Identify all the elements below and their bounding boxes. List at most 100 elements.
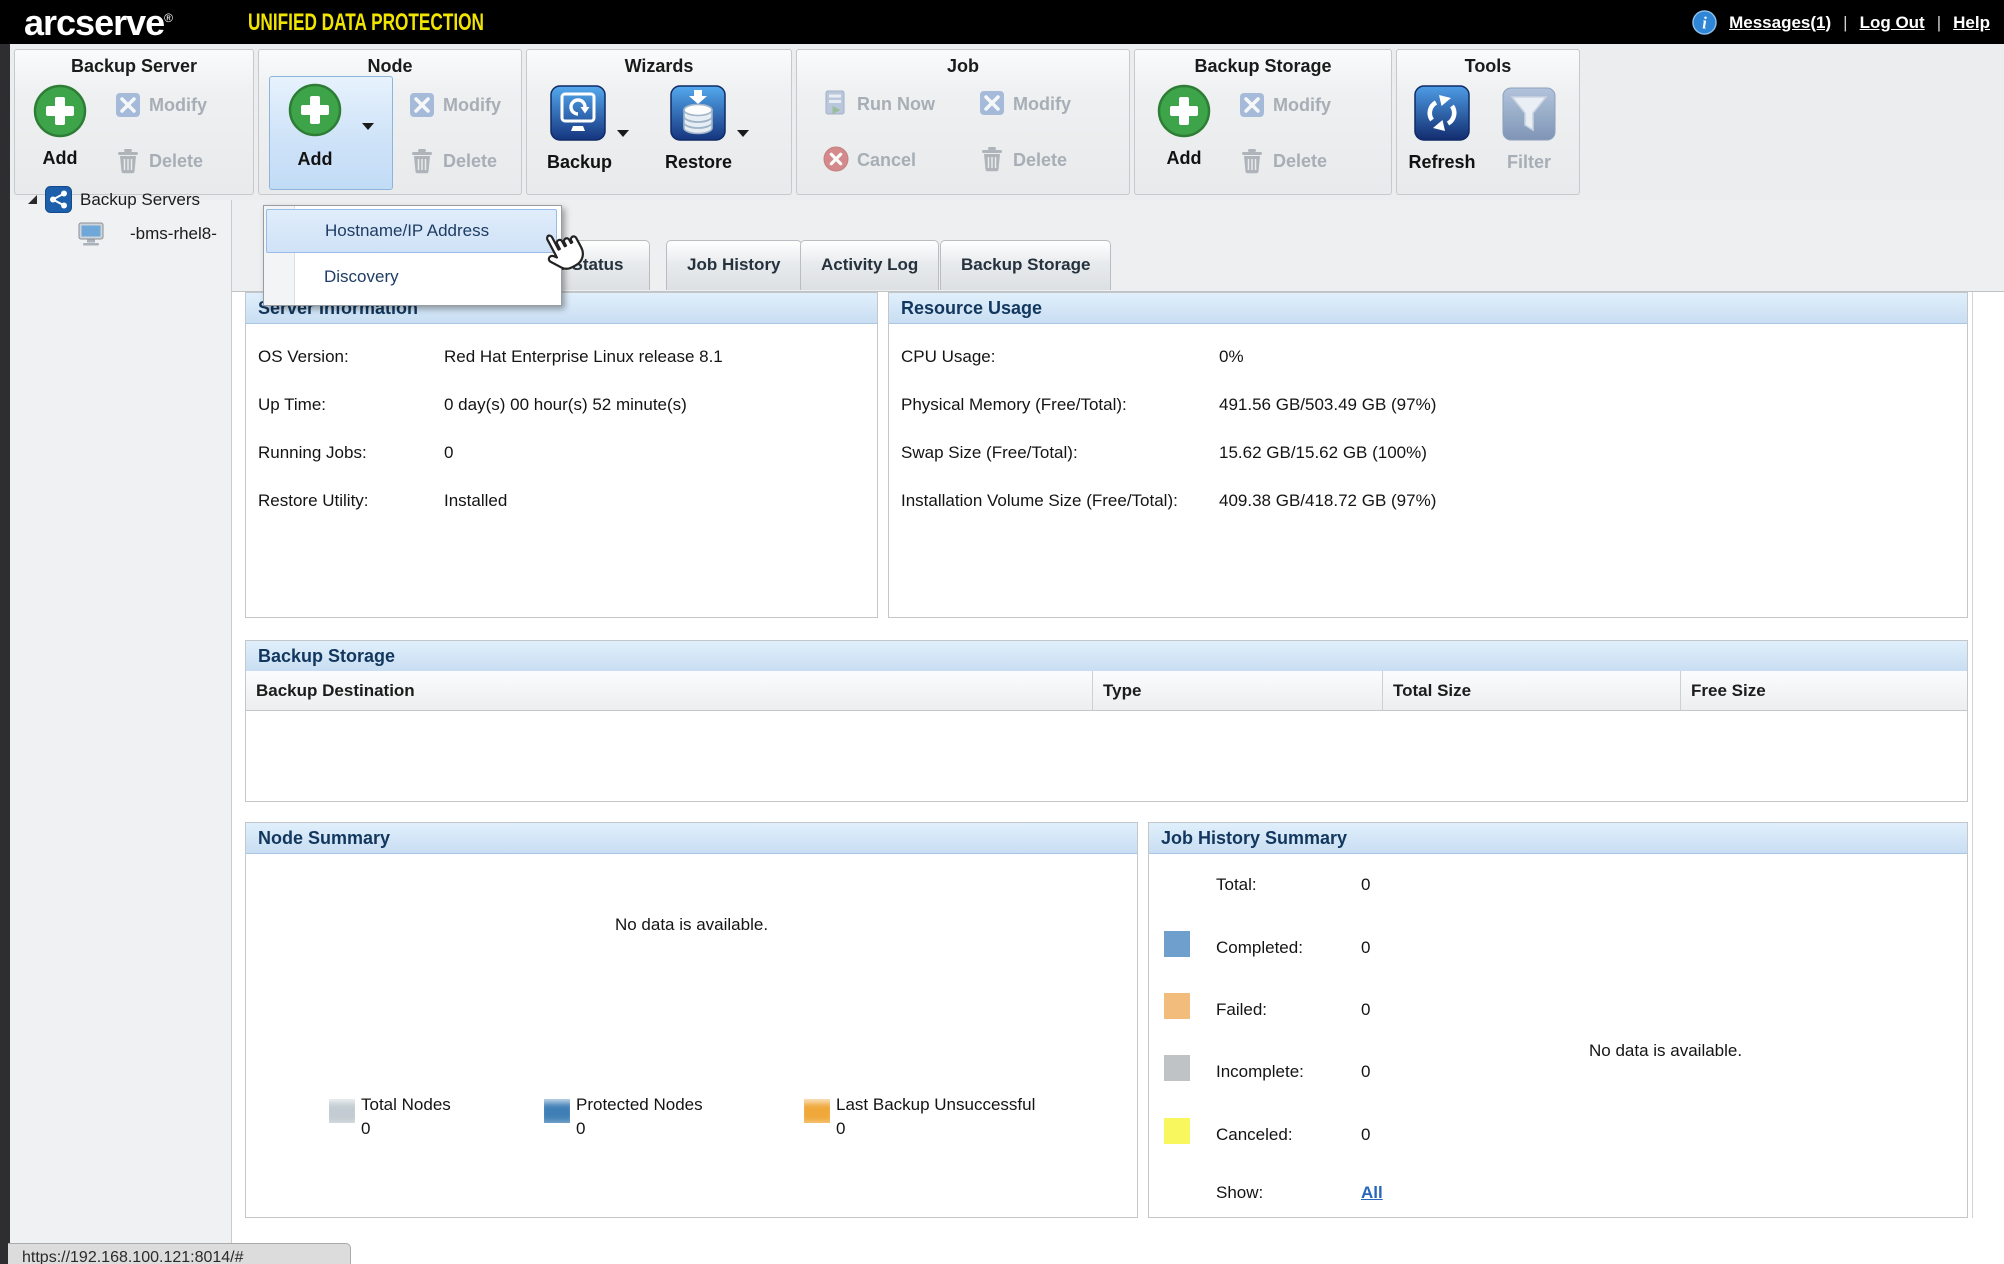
tab-job-history[interactable]: Job History	[666, 240, 802, 290]
filter-icon	[1501, 86, 1557, 142]
help-link[interactable]: Help	[1953, 13, 1990, 33]
top-links: i Messages(1) | Log Out | Help	[1692, 10, 1990, 35]
resource-label: Installation Volume Size (Free/Total):	[901, 491, 1178, 511]
run-now-icon	[823, 90, 847, 117]
legend-label: Total Nodes	[361, 1095, 451, 1115]
show-label: Show:	[1216, 1183, 1263, 1203]
group-title: Tools	[1397, 56, 1579, 77]
legend-label: Last Backup Unsuccessful	[836, 1095, 1035, 1115]
menu-item-discovery[interactable]: Discovery	[266, 255, 557, 299]
jh-label: Canceled:	[1216, 1125, 1293, 1145]
tree-item-label: Backup Servers	[80, 190, 200, 210]
jh-value: 0	[1361, 938, 1370, 958]
jh-label: Incomplete:	[1216, 1062, 1304, 1082]
jh-swatch-canceled	[1164, 1118, 1190, 1144]
menu-item-hostname-ip-address[interactable]: Hostname/IP Address	[266, 209, 557, 253]
legend-value: 0	[576, 1119, 585, 1139]
add-icon	[288, 83, 342, 137]
jh-swatch-failed	[1164, 993, 1190, 1019]
status-url-text: https://192.168.100.121:8014/#	[8, 1244, 350, 1264]
resource-label: CPU Usage:	[901, 347, 995, 367]
status-url-tooltip: https://192.168.100.121:8014/#	[8, 1243, 351, 1264]
ribbon-group-backup-storage: Backup Storage Add Modify Delete	[1134, 49, 1392, 195]
legend-swatch-last-backup-unsuccessful	[804, 1099, 830, 1123]
tab-backup-storage[interactable]: Backup Storage	[940, 240, 1111, 290]
delete-icon	[1240, 148, 1264, 174]
column-header-backup-destination[interactable]: Backup Destination	[246, 671, 1093, 711]
group-title: Wizards	[527, 56, 791, 77]
add-icon	[1157, 84, 1211, 138]
jh-swatch-completed	[1164, 931, 1190, 957]
resource-value: 0%	[1219, 347, 1244, 367]
info-icon: i	[1692, 10, 1717, 35]
jh-swatch-incomplete	[1164, 1055, 1190, 1081]
tree-item-backup-servers[interactable]: Backup Servers	[28, 186, 200, 213]
tree-expand-icon[interactable]	[28, 195, 37, 204]
ribbon-group-node: Node Add Modify Delete	[258, 49, 522, 195]
panel-title: Node Summary	[246, 823, 1137, 854]
resource-usage-panel: Resource Usage CPU Usage: 0% Physical Me…	[888, 292, 1968, 618]
resource-label: Physical Memory (Free/Total):	[901, 395, 1127, 415]
info-label: Restore Utility:	[258, 491, 369, 511]
server-information-panel: Server Information OS Version: Red Hat E…	[245, 292, 878, 618]
panel-title: Job History Summary	[1149, 823, 1967, 854]
messages-link[interactable]: Messages(1)	[1729, 13, 1831, 33]
group-title: Backup Storage	[1135, 56, 1391, 77]
jh-value: 0	[1361, 1125, 1370, 1145]
jh-label: Total:	[1216, 875, 1257, 895]
show-all-link[interactable]: All	[1361, 1183, 1383, 1203]
delete-icon	[116, 148, 140, 174]
group-title: Node	[259, 56, 521, 77]
jh-label: Completed:	[1216, 938, 1303, 958]
tree-item-server[interactable]: -bms-rhel8-	[78, 222, 217, 246]
column-header-free-size[interactable]: Free Size	[1681, 671, 1967, 711]
server-monitor-icon	[78, 222, 104, 246]
empty-message: No data is available.	[246, 915, 1137, 935]
navigation-sidebar: Backup Servers -bms-rhel8-	[10, 200, 232, 1264]
group-title: Backup Server	[15, 56, 253, 77]
app-window: arcserve® UNIFIED DATA PROTECTION i Mess…	[0, 0, 2004, 1264]
legend-value: 0	[836, 1119, 845, 1139]
jh-label: Failed:	[1216, 1000, 1267, 1020]
job-history-summary-panel: Job History Summary Total: 0 Completed: …	[1148, 822, 1968, 1218]
ribbon-group-job: Job Run Now Modify Cancel Delete	[796, 49, 1130, 195]
resource-value: 409.38 GB/418.72 GB (97%)	[1219, 491, 1436, 511]
empty-message: No data is available.	[1589, 1041, 1742, 1061]
svg-text:i: i	[1702, 13, 1707, 32]
modify-icon	[409, 92, 435, 118]
legend-value: 0	[361, 1119, 370, 1139]
node-add-button[interactable]: Add	[269, 76, 393, 190]
jh-value: 0	[1361, 1000, 1370, 1020]
modify-icon	[979, 90, 1005, 116]
logout-link[interactable]: Log Out	[1860, 13, 1925, 33]
arcserve-logo: arcserve®	[24, 2, 172, 44]
window-left-edge	[0, 44, 10, 1264]
content-right-divider	[1972, 292, 1973, 1218]
top-bar: arcserve® UNIFIED DATA PROTECTION i Mess…	[0, 0, 2004, 44]
ribbon-group-backup-server: Backup Server Add Modify Delete	[14, 49, 254, 195]
legend-swatch-protected-nodes	[544, 1099, 570, 1123]
info-value: 0	[444, 443, 453, 463]
separator: |	[1937, 13, 1941, 33]
backup-storage-panel: Backup Storage Backup Destination Type T…	[245, 640, 1968, 802]
node-summary-panel: Node Summary No data is available. Total…	[245, 822, 1138, 1218]
panel-title: Backup Storage	[246, 641, 1967, 672]
group-title: Job	[797, 56, 1129, 77]
restore-wizard-icon	[669, 84, 727, 142]
ribbon-group-tools: Tools Refresh Filter	[1396, 49, 1580, 195]
tab-activity-log[interactable]: Activity Log	[800, 240, 939, 290]
ribbon-group-wizards: Wizards Backup	[526, 49, 792, 195]
dropdown-arrow-icon	[617, 130, 629, 137]
node-add-dropdown-menu: Hostname/IP Address Discovery	[263, 205, 562, 306]
column-header-type[interactable]: Type	[1093, 671, 1383, 711]
ribbon-toolbar: Backup Server Add Modify Delete Node Add	[10, 44, 2004, 201]
jh-value: 0	[1361, 1062, 1370, 1082]
delete-icon	[980, 146, 1004, 172]
refresh-icon	[1413, 84, 1471, 142]
column-header-total-size[interactable]: Total Size	[1383, 671, 1681, 711]
product-title: UNIFIED DATA PROTECTION	[248, 9, 484, 37]
resource-label: Swap Size (Free/Total):	[901, 443, 1078, 463]
cancel-icon	[823, 146, 849, 172]
info-value: Installed	[444, 491, 507, 511]
legend-label: Protected Nodes	[576, 1095, 703, 1115]
